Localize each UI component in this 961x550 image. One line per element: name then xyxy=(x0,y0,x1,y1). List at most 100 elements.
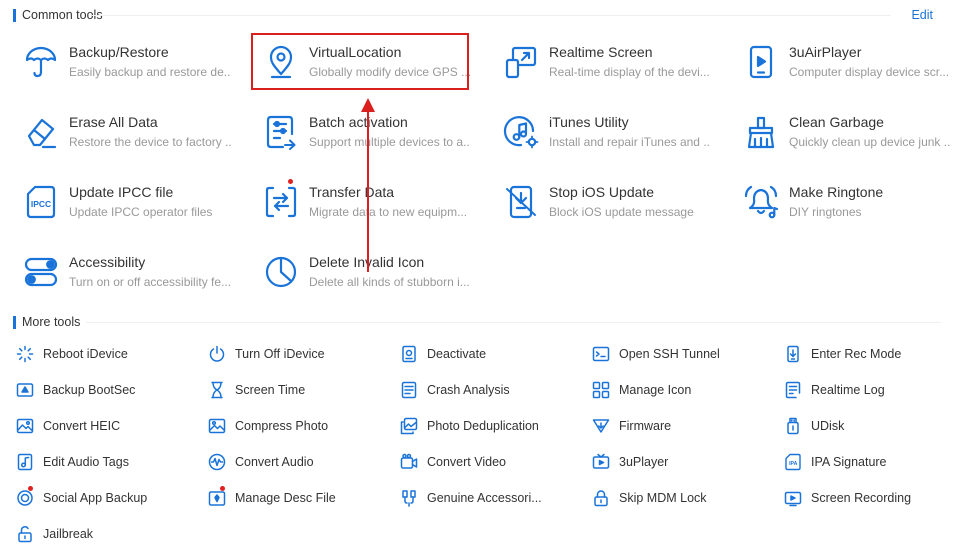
more-tool-convert-heic[interactable]: Convert HEIC xyxy=(16,415,201,437)
tool-erase-all-data[interactable]: Erase All Data Restore the device to fac… xyxy=(13,106,243,162)
more-tool-label: Social App Backup xyxy=(43,491,148,505)
more-tool-open-ssh-tunnel[interactable]: Open SSH Tunnel xyxy=(592,343,777,365)
edit-button[interactable]: Edit xyxy=(911,8,933,22)
more-tool-photo-deduplication[interactable]: Photo Deduplication xyxy=(400,415,585,437)
more-tool-social-app-backup[interactable]: Social App Backup xyxy=(16,486,201,509)
section-marker xyxy=(13,315,16,329)
tool-realtime-screen[interactable]: Realtime Screen Real-time display of the… xyxy=(493,36,723,92)
more-tools-header: More tools xyxy=(13,315,80,329)
tool-desc: Block iOS update message xyxy=(549,205,694,219)
more-tool-manage-icon[interactable]: Manage Icon xyxy=(592,379,777,401)
crash-analysis-icon xyxy=(400,381,418,399)
tool-desc: Delete all kinds of stubborn i... xyxy=(309,275,470,289)
tool-name: Clean Garbage xyxy=(789,114,884,130)
section-marker xyxy=(13,8,16,22)
tool-name: Make Ringtone xyxy=(789,184,884,200)
more-tool-realtime-log[interactable]: Realtime Log xyxy=(784,379,961,401)
deactivate-icon xyxy=(400,345,418,363)
photo-icon xyxy=(208,417,226,435)
tool-desc: Easily backup and restore de... xyxy=(69,65,231,79)
more-tool-enter-rec-mode[interactable]: Enter Rec Mode xyxy=(784,343,961,365)
tool-clean-garbage[interactable]: Clean Garbage Quickly clean up device ju… xyxy=(733,106,961,162)
tool-desc: Migrate data to new equipm... xyxy=(309,205,468,219)
more-tool-3uplayer[interactable]: 3uPlayer xyxy=(592,451,777,473)
ipcc-icon: IPCC xyxy=(23,184,59,220)
desc-file-icon xyxy=(208,486,226,507)
more-tool-label: Jailbreak xyxy=(43,527,94,541)
waveform-icon xyxy=(208,453,226,471)
tool-backup-restore[interactable]: Backup/Restore Easily backup and restore… xyxy=(13,36,243,92)
more-tool-label: Screen Recording xyxy=(811,491,912,505)
more-tool-ipa-signature[interactable]: IPA IPA Signature xyxy=(784,451,961,473)
more-tool-convert-audio[interactable]: Convert Audio xyxy=(208,451,393,473)
lock-icon xyxy=(592,489,610,507)
annotation-arrow xyxy=(361,98,375,272)
more-tool-label: Manage Icon xyxy=(619,383,692,397)
more-tool-label: Open SSH Tunnel xyxy=(619,347,720,361)
more-tool-backup-bootsec[interactable]: Backup BootSec xyxy=(16,379,201,401)
jailbreak-icon xyxy=(16,525,34,543)
more-tool-label: Convert Audio xyxy=(235,455,314,469)
tool-desc: Quickly clean up device junk ... xyxy=(789,135,951,149)
svg-text:IPA: IPA xyxy=(789,461,798,467)
tool-desc: DIY ringtones xyxy=(789,205,862,219)
tool-make-ringtone[interactable]: Make Ringtone DIY ringtones xyxy=(733,176,961,232)
log-icon xyxy=(784,381,802,399)
section-divider xyxy=(86,322,941,323)
more-tool-edit-audio-tags[interactable]: Edit Audio Tags xyxy=(16,451,201,473)
more-tool-deactivate[interactable]: Deactivate xyxy=(400,343,585,365)
more-tool-jailbreak[interactable]: Jailbreak xyxy=(16,523,201,545)
image-icon xyxy=(16,417,34,435)
screen-record-icon xyxy=(784,489,802,507)
tool-name: iTunes Utility xyxy=(549,114,629,130)
more-tool-udisk[interactable]: UDisk xyxy=(784,415,961,437)
audio-tag-icon xyxy=(16,453,34,471)
airplayer-icon xyxy=(743,44,779,80)
power-icon xyxy=(208,345,226,363)
more-tool-label: Reboot iDevice xyxy=(43,347,128,361)
more-tool-genuine-accessories[interactable]: Genuine Accessori... xyxy=(400,487,585,509)
more-tool-turn-off-idevice[interactable]: Turn Off iDevice xyxy=(208,343,393,365)
reboot-icon xyxy=(16,345,34,363)
firmware-icon xyxy=(592,417,610,435)
toggle-icon xyxy=(23,254,59,290)
more-tool-firmware[interactable]: Firmware xyxy=(592,415,777,437)
tool-name: Realtime Screen xyxy=(549,44,653,60)
more-tool-reboot-idevice[interactable]: Reboot iDevice xyxy=(16,343,201,365)
more-tool-skip-mdm-lock[interactable]: Skip MDM Lock xyxy=(592,487,777,509)
tool-3uairplayer[interactable]: 3uAirPlayer Computer display device scr.… xyxy=(733,36,961,92)
more-tool-compress-photo[interactable]: Compress Photo xyxy=(208,415,393,437)
tool-desc: Support multiple devices to a... xyxy=(309,135,471,149)
common-tools-header: Common tools xyxy=(13,8,103,22)
more-tool-convert-video[interactable]: Convert Video xyxy=(400,451,585,473)
tool-stop-ios-update[interactable]: Stop iOS Update Block iOS update message xyxy=(493,176,723,232)
more-tool-label: UDisk xyxy=(811,419,845,433)
more-tool-label: Crash Analysis xyxy=(427,383,510,397)
new-badge-dot xyxy=(28,486,33,491)
udisk-icon xyxy=(784,417,802,435)
tool-accessibility[interactable]: Accessibility Turn on or off accessibili… xyxy=(13,246,243,302)
more-tool-screen-time[interactable]: Screen Time xyxy=(208,379,393,401)
more-tool-label: 3uPlayer xyxy=(619,455,669,469)
more-tool-crash-analysis[interactable]: Crash Analysis xyxy=(400,379,585,401)
stop-update-icon xyxy=(503,184,539,220)
terminal-icon xyxy=(592,345,610,363)
pie-clock-icon xyxy=(263,254,299,290)
more-tool-label: Skip MDM Lock xyxy=(619,491,707,505)
more-tool-label: Turn Off iDevice xyxy=(235,347,325,361)
realtime-screen-icon xyxy=(503,44,539,80)
tool-name: Backup/Restore xyxy=(69,44,169,60)
tool-name: Accessibility xyxy=(69,254,146,270)
tool-update-ipcc-file[interactable]: IPCC Update IPCC file Update IPCC operat… xyxy=(13,176,243,232)
more-tool-screen-recording[interactable]: Screen Recording xyxy=(784,487,961,509)
tool-desc: Real-time display of the devi... xyxy=(549,65,710,79)
tool-desc: Restore the device to factory ... xyxy=(69,135,231,149)
common-tools-title: Common tools xyxy=(22,8,103,22)
new-badge-dot xyxy=(288,179,293,184)
grid-icon xyxy=(592,381,610,399)
more-tool-manage-desc-file[interactable]: Manage Desc File xyxy=(208,486,393,509)
more-tool-label: Firmware xyxy=(619,419,672,433)
new-badge-dot xyxy=(220,486,225,491)
tool-itunes-utility[interactable]: iTunes Utility Install and repair iTunes… xyxy=(493,106,723,162)
batch-activation-icon xyxy=(263,114,299,150)
